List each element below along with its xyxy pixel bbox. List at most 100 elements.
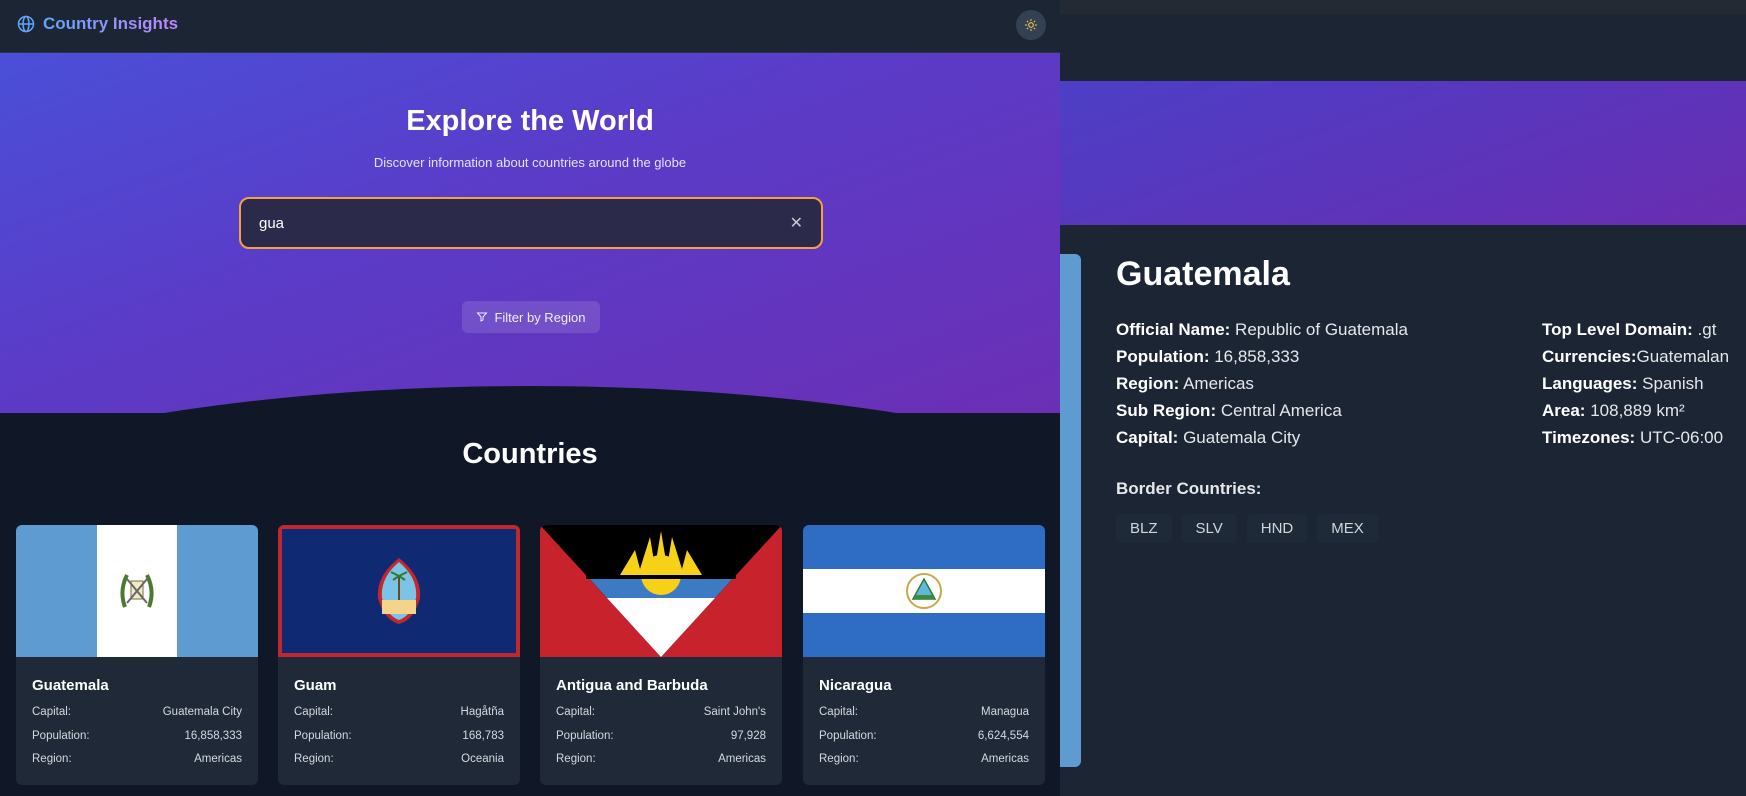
capital-label: Capital: (294, 706, 333, 718)
field-value: Central America (1220, 401, 1342, 420)
card-region-row: Region: Americas (556, 753, 766, 765)
field-label: Region: (1116, 374, 1180, 393)
capital-row: Capital: Guatemala City (1116, 424, 1408, 451)
field-value: Guatemala City (1183, 428, 1301, 447)
country-detail-window: Guatemala Official Name: Republic of Gua… (1060, 0, 1746, 796)
card-region-row: Region: Americas (32, 753, 242, 765)
field-value: Americas (1183, 374, 1254, 393)
detail-country-name: Guatemala (1116, 255, 1290, 293)
country-card-nicaragua[interactable]: Nicaragua Capital: Managua Population: 6,6… (803, 525, 1045, 785)
field-value: 108,889 km² (1590, 401, 1685, 420)
population-value: 168,783 (462, 730, 504, 742)
field-label: Currencies: (1542, 347, 1637, 366)
area-row: Area: 108,889 km² (1542, 397, 1729, 424)
theme-toggle-button[interactable] (1016, 10, 1046, 40)
card-title: Guatemala (32, 677, 109, 694)
capital-value: Hagåtña (460, 706, 504, 718)
region-value: Americas (981, 753, 1029, 765)
population-label: Population: (294, 730, 352, 742)
field-label: Official Name: (1116, 320, 1231, 339)
card-capital-row: Capital: Guatemala City (32, 706, 242, 718)
globe-icon (17, 15, 35, 33)
languages-row: Languages: Spanish (1542, 370, 1729, 397)
country-list-window: Country Insights Explore the World Disco… (0, 0, 1060, 796)
flag-antigua-graphic (540, 525, 782, 657)
filter-label: Filter by Region (494, 309, 586, 325)
country-card-antigua[interactable]: Antigua and Barbuda Capital: Saint John's… (540, 525, 782, 785)
population-value: 97,928 (730, 730, 766, 742)
card-population-row: Population: 168,783 (294, 730, 504, 742)
field-value: Guatemalan (1636, 347, 1730, 366)
search-input[interactable] (259, 214, 790, 232)
region-value: Americas (194, 753, 242, 765)
country-card-guam[interactable]: Guam Capital: Hagåtña Population: 168,783 … (278, 525, 520, 785)
region-label: Region: (819, 753, 859, 765)
flag-antigua (540, 525, 782, 657)
timezones-row: Timezones: UTC-06:00 (1542, 424, 1729, 451)
region-row: Region: Americas (1116, 370, 1408, 397)
population-label: Population: (32, 730, 90, 742)
seal-icon (377, 558, 421, 624)
field-label: Top Level Domain: (1542, 320, 1693, 339)
population-label: Population: (819, 730, 877, 742)
search-box: ✕ (239, 197, 823, 249)
flag-nicaragua (803, 525, 1045, 657)
card-population-row: Population: 16,858,333 (32, 730, 242, 742)
card-region-row: Region: Oceania (294, 753, 504, 765)
hero-subtitle: Discover information about countries aro… (373, 155, 687, 170)
capital-label: Capital: (556, 706, 595, 718)
flag-guatemala (16, 525, 258, 657)
field-value: Spanish (1642, 374, 1704, 393)
capital-value: Managua (981, 706, 1029, 718)
capital-value: Guatemala City (162, 706, 242, 718)
hero-title: Explore the World (406, 105, 654, 137)
capital-value: Saint John's (703, 706, 766, 718)
border-chip[interactable]: BLZ (1116, 514, 1172, 543)
population-row: Population: 16,858,333 (1116, 343, 1408, 370)
region-label: Region: (294, 753, 334, 765)
border-chip[interactable]: MEX (1317, 514, 1378, 543)
app-title: Country Insights (43, 14, 179, 33)
region-label: Region: (556, 753, 596, 765)
filter-by-region-button[interactable]: Filter by Region (462, 301, 600, 333)
population-value: 16,858,333 (184, 730, 242, 742)
field-value: UTC-06:00 (1639, 428, 1724, 447)
border-chip[interactable]: HND (1246, 514, 1308, 543)
region-label: Region: (32, 753, 72, 765)
card-population-row: Population: 6,624,554 (819, 730, 1029, 742)
sub-region-row: Sub Region: Central America (1116, 397, 1408, 424)
field-value: Republic of Guatemala (1235, 320, 1408, 339)
country-card-guatemala[interactable]: Guatemala Capital: Guatemala City Populat… (16, 525, 258, 785)
detail-flag-edge (1060, 254, 1081, 767)
flag-guam (278, 525, 520, 657)
sun-icon (1025, 19, 1037, 31)
capital-label: Capital: (32, 706, 71, 718)
section-title: Countries (462, 438, 598, 470)
official-name-row: Official Name: Republic of Guatemala (1116, 316, 1408, 343)
card-title: Antigua and Barbuda (556, 677, 708, 694)
detail-info-right: Top Level Domain: .gt Currencies:Guatema… (1542, 316, 1729, 451)
card-population-row: Population: 97,928 (556, 730, 766, 742)
detail-info-left: Official Name: Republic of Guatemala Pop… (1116, 316, 1408, 451)
card-region-row: Region: Americas (819, 753, 1029, 765)
border-chip[interactable]: SLV (1181, 514, 1237, 543)
card-capital-row: Capital: Hagåtña (294, 706, 504, 718)
border-countries-list: BLZ SLV HND MEX (1116, 514, 1378, 543)
field-label: Languages: (1542, 374, 1638, 393)
detail-banner (1060, 81, 1746, 225)
card-capital-row: Capital: Saint John's (556, 706, 766, 718)
region-value: Americas (718, 753, 766, 765)
emblem-icon (120, 574, 154, 608)
field-value: 16,858,333 (1214, 347, 1300, 366)
top-navbar: Country Insights (0, 0, 1060, 53)
card-capital-row: Capital: Managua (819, 706, 1029, 718)
capital-label: Capital: (819, 706, 858, 718)
brand[interactable]: Country Insights (17, 14, 178, 34)
filter-icon (476, 312, 489, 322)
field-label: Area: (1542, 401, 1586, 420)
currencies-row: Currencies:Guatemalan (1542, 343, 1729, 370)
field-value: .gt (1697, 320, 1717, 339)
clear-icon[interactable]: ✕ (790, 213, 803, 233)
window-top-strip (1060, 0, 1746, 14)
emblem-icon (906, 573, 942, 609)
